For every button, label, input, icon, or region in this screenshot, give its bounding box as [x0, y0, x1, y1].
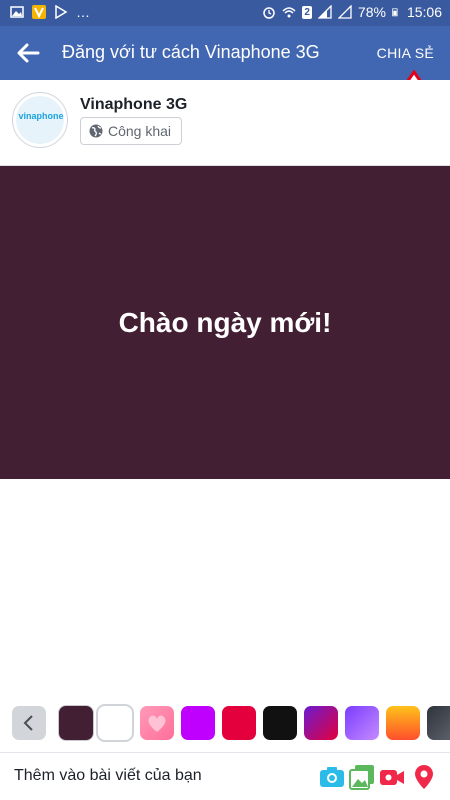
- privacy-selector[interactable]: Công khai: [80, 117, 183, 145]
- clock: 15:06: [406, 4, 442, 20]
- share-button[interactable]: CHIA SẺ: [377, 45, 434, 61]
- post-canvas[interactable]: Chào ngày mới!: [0, 166, 450, 479]
- globe-icon: [89, 124, 103, 138]
- sim-badge: 2: [302, 5, 312, 19]
- live-video-icon[interactable]: [378, 763, 406, 791]
- author-name: Vinaphone 3G: [80, 96, 188, 113]
- collapse-picker-button[interactable]: [12, 706, 46, 740]
- swatch-purple-red-gradient[interactable]: [304, 706, 338, 740]
- chevron-left-icon: [23, 715, 33, 731]
- swatch-orange-gradient[interactable]: [386, 706, 420, 740]
- swatch-black[interactable]: [263, 706, 297, 740]
- vivo-app-icon: [32, 5, 46, 19]
- swatch-crimson[interactable]: [222, 706, 256, 740]
- author-row: vinaphone Vinaphone 3G Công khai: [0, 80, 450, 166]
- wifi-icon: [282, 7, 296, 18]
- location-pin-icon[interactable]: [410, 763, 438, 791]
- battery-icon: [392, 8, 398, 17]
- more-notifications-icon: …: [76, 4, 90, 20]
- add-to-post-label: Thêm vào bài viết của bạn: [14, 767, 202, 784]
- swatch-violet-gradient[interactable]: [345, 706, 379, 740]
- add-to-post-bar[interactable]: Thêm vào bài viết của bạn: [0, 752, 450, 800]
- signal-icon: [317, 5, 332, 19]
- alarm-icon: [263, 7, 276, 19]
- background-picker: [0, 703, 450, 743]
- battery-percent: 78%: [357, 4, 386, 20]
- post-text[interactable]: Chào ngày mới!: [119, 307, 332, 339]
- swatch-pink-hearts[interactable]: [140, 706, 174, 740]
- page-title: Đăng với tư cách Vinaphone 3G: [62, 42, 320, 62]
- back-arrow-icon[interactable]: [14, 39, 42, 67]
- heart-icon: [148, 715, 166, 732]
- camera-icon[interactable]: [318, 763, 346, 791]
- swatch-dark-gradient[interactable]: [427, 706, 450, 740]
- swatch-white[interactable]: [98, 706, 132, 740]
- app-bar: Đăng với tư cách Vinaphone 3G CHIA SẺ: [0, 26, 450, 80]
- image-notification-icon: [10, 6, 24, 18]
- status-bar: … 2 78% 15:06: [0, 0, 450, 26]
- photo-icon[interactable]: [348, 763, 376, 791]
- privacy-label: Công khai: [108, 123, 172, 139]
- avatar: vinaphone: [12, 92, 68, 148]
- signal-icon-2: [337, 5, 352, 19]
- avatar-brand-text: vinaphone: [18, 111, 64, 121]
- swatch-purple[interactable]: [181, 706, 215, 740]
- play-store-icon: [55, 5, 68, 19]
- swatch-dark-maroon[interactable]: [59, 706, 93, 740]
